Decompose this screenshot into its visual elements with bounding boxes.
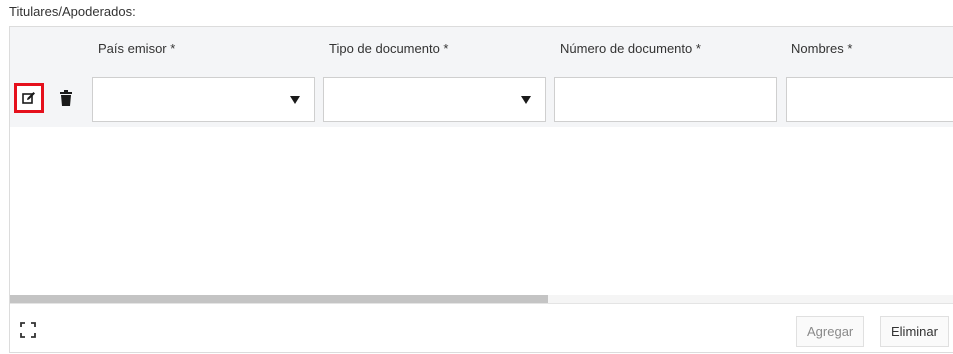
grid-body [10, 127, 953, 295]
add-button[interactable]: Agregar [796, 316, 865, 347]
column-header-tipo-documento[interactable]: Tipo de documento * [329, 41, 448, 56]
scrollbar-thumb[interactable] [10, 295, 548, 303]
column-header-pais-emisor[interactable]: País emisor * [98, 41, 175, 56]
fullscreen-icon[interactable] [20, 322, 36, 338]
titulares-grid: País emisor * Tipo de documento * Número… [9, 26, 953, 353]
numero-documento-input[interactable] [554, 77, 777, 122]
pais-emisor-select[interactable] [92, 77, 315, 122]
grid-footer: Agregar Eliminar [10, 303, 953, 352]
tipo-documento-select[interactable] [323, 77, 546, 122]
chevron-down-icon [521, 96, 531, 104]
edit-row-button[interactable] [14, 83, 44, 113]
nombres-input[interactable] [786, 77, 953, 122]
column-header-nombres[interactable]: Nombres * [791, 41, 852, 56]
edit-icon [22, 92, 35, 104]
remove-button[interactable]: Eliminar [880, 316, 949, 347]
grid-header: País emisor * Tipo de documento * Número… [10, 27, 953, 73]
chevron-down-icon [290, 96, 300, 104]
column-header-numero-documento[interactable]: Número de documento * [560, 41, 701, 56]
delete-row-button[interactable] [58, 88, 74, 108]
section-title: Titulares/Apoderados: [9, 4, 136, 19]
horizontal-scrollbar[interactable] [10, 295, 953, 303]
edit-row [10, 72, 953, 128]
trash-icon [60, 90, 72, 106]
